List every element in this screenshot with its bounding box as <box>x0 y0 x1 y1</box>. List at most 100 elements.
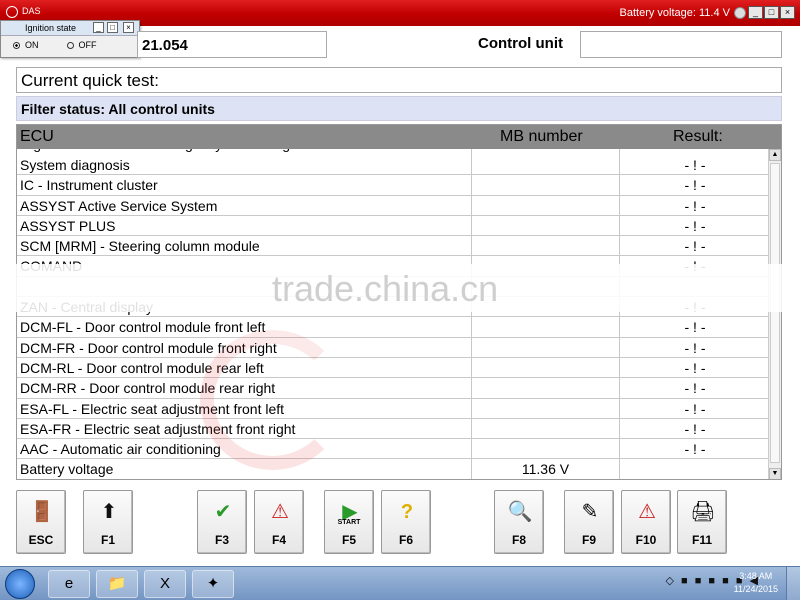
radio-unchecked-icon <box>66 42 74 49</box>
control-unit-label: Control unit <box>478 35 563 52</box>
ignition-state-window: Ignition state _ □ × ON OFF <box>0 20 140 58</box>
edit-pencil-icon: ✎ <box>581 501 599 523</box>
ecu-name: ESA-FR - Electric seat adjustment front … <box>20 420 296 437</box>
ecu-name: DCM-FL - Door control module front left <box>20 319 266 336</box>
column-divider <box>619 149 620 479</box>
result-status: - ! - <box>684 380 706 397</box>
result-status: - ! - <box>684 217 706 234</box>
fkey-f1-button[interactable]: ⬆ F1 <box>83 490 133 554</box>
fkey-label: F8 <box>511 533 526 547</box>
fkey-f4-button[interactable]: ⚠ F4 <box>254 490 304 554</box>
ecu-name: SCM [MRM] - Steering column module <box>20 238 260 255</box>
taskbar-das-icon[interactable]: ✦ <box>192 570 234 598</box>
fkey-label: F11 <box>691 533 712 547</box>
table-row[interactable]: IC - Instrument cluster - ! - <box>17 175 769 196</box>
table-row[interactable]: SCM [MRM] - Steering column module - ! - <box>17 236 769 257</box>
table-scrollbar[interactable]: ▲ ▼ <box>768 149 781 479</box>
table-row[interactable]: DCM-FL - Door control module front left -… <box>17 317 769 338</box>
ecu-name: DCM-RR - Door control module rear right <box>20 380 276 397</box>
close-button[interactable]: × <box>780 6 795 19</box>
result-status: - ! - <box>684 420 706 437</box>
table-row[interactable]: ESA-FR - Electric seat adjustment front … <box>17 419 769 440</box>
fkey-label: F6 <box>398 533 413 547</box>
column-header-result[interactable]: Result: <box>673 128 723 146</box>
result-status: - ! - <box>684 400 706 417</box>
table-row[interactable]: AAC - Automatic air conditioning - ! - <box>17 439 769 460</box>
fkey-f10-button[interactable]: ⚠ F10 <box>621 490 671 554</box>
fkey-f5-button[interactable]: ▶ START F5 <box>324 490 374 554</box>
fkey-f6-button[interactable]: ? F6 <box>381 490 431 554</box>
column-header-ecu[interactable]: ECU <box>20 128 54 146</box>
current-quick-test-label: Current quick test: <box>16 67 782 93</box>
ecu-warning-icon: ⚠ <box>271 501 289 523</box>
mb-number: 11.36 V <box>521 461 570 478</box>
ecu-name: IC - Instrument cluster <box>20 177 158 194</box>
ecu-name: System diagnosis <box>20 157 130 173</box>
table-row[interactable]: DCM-RR - Door control module rear right -… <box>17 378 769 399</box>
fkey-label: F10 <box>635 533 657 547</box>
table-row[interactable]: Battery voltage 11.36 V <box>17 459 769 479</box>
ecu-name: Battery voltage <box>20 461 114 478</box>
table-row[interactable]: ESA-FL - Electric seat adjustment front … <box>17 399 769 419</box>
scroll-up-arrow-icon[interactable]: ▲ <box>769 149 781 161</box>
fkey-esc-button[interactable]: 🚪 ESC <box>16 490 66 554</box>
ecu-alert-icon: ⚠ <box>638 501 656 523</box>
windows-taskbar: e 📁 X ✦ ◇ ■ ■ ■ ■ ■ ◀ 3:48 AM 11/24/2015 <box>0 566 800 600</box>
column-header-mb-number[interactable]: MB number <box>500 128 583 146</box>
battery-status-icon <box>734 7 746 19</box>
result-status: - ! - <box>684 197 706 214</box>
checkmark-icon: ✔ <box>214 501 232 523</box>
ignition-on-radio[interactable]: ON <box>13 40 39 50</box>
function-key-bar: 🚪 ESC ⬆ F1 ✔ F3 ⚠ F4 ▶ START F5? F6 🔍 F8 ✎ F9 ⚠ F10 🖨 F11 <box>0 487 800 559</box>
ignition-titlebar: Ignition state _ □ × <box>1 21 139 36</box>
fkey-f8-button[interactable]: 🔍 F8 <box>494 490 544 554</box>
start-button[interactable] <box>5 569 35 599</box>
maximize-button[interactable]: □ <box>764 6 779 19</box>
arrow-up-icon: ⬆ <box>100 501 118 523</box>
ecu-name: ASSYST Active Service System <box>20 197 218 214</box>
taskbar-browser-icon[interactable]: e <box>48 570 90 598</box>
fkey-label: ESC <box>28 533 54 547</box>
ecu-name: DCM-RL - Door control module rear left <box>20 359 264 376</box>
ignition-close-button[interactable]: × <box>123 22 134 33</box>
ignition-maximize-button[interactable]: □ <box>107 22 118 33</box>
table-row[interactable]: System diagnosis - ! - <box>17 155 769 176</box>
fkey-f9-button[interactable]: ✎ F9 <box>564 490 614 554</box>
taskbar-folder-icon[interactable]: 📁 <box>96 570 138 598</box>
table-row[interactable]: DCM-RL - Door control module rear left - … <box>17 358 769 379</box>
radio-checked-icon <box>13 42 20 49</box>
ecu-name: AAC - Automatic air conditioning <box>20 441 221 458</box>
fkey-label: F1 <box>100 533 115 547</box>
filter-status-bar: Filter status: All control units <box>16 96 782 121</box>
help-question-icon: ? <box>400 501 414 523</box>
scroll-down-arrow-icon[interactable]: ▼ <box>769 468 781 479</box>
scrollbar-thumb[interactable] <box>770 163 780 463</box>
watermark-band: trade.china.cn <box>0 264 800 312</box>
ignition-off-radio[interactable]: OFF <box>66 40 97 50</box>
result-status: - ! - <box>684 157 706 173</box>
ecu-name: ESA-FL - Electric seat adjustment front … <box>20 400 285 417</box>
result-status: - ! - <box>684 441 706 458</box>
watermark-text: trade.china.cn <box>272 268 499 309</box>
result-status: - ! - <box>684 177 706 194</box>
vehicle-model-value: 21.054 <box>142 37 188 54</box>
ignition-minimize-button[interactable]: _ <box>93 22 104 33</box>
taskbar-clock[interactable]: 3:48 AM 11/24/2015 <box>734 570 778 596</box>
minimize-button[interactable]: _ <box>748 6 763 19</box>
result-status: - ! - <box>684 339 706 356</box>
clock-date: 11/24/2015 <box>733 584 778 594</box>
ecu-name: ASSYST PLUS <box>20 217 116 234</box>
table-row[interactable]: ASSYST PLUS - ! - <box>17 216 769 237</box>
result-status: - ! - <box>684 319 706 336</box>
table-row[interactable]: ASSYST Active Service System - ! - <box>17 196 769 216</box>
magnifier-icon: 🔍 <box>507 501 533 523</box>
app-logo-icon <box>6 6 18 18</box>
battery-voltage-label: Battery voltage: 11.4 V <box>619 7 730 19</box>
taskbar-xentry-icon[interactable]: X <box>144 570 186 598</box>
fkey-f11-button[interactable]: 🖨 F11 <box>677 490 727 554</box>
fkey-f3-button[interactable]: ✔ F3 <box>197 490 247 554</box>
table-header: ECU MB number Result: <box>17 125 781 149</box>
table-row[interactable]: DCM-FR - Door control module front right… <box>17 338 769 358</box>
fkey-label: F3 <box>214 533 229 547</box>
show-desktop-button[interactable] <box>786 567 800 600</box>
